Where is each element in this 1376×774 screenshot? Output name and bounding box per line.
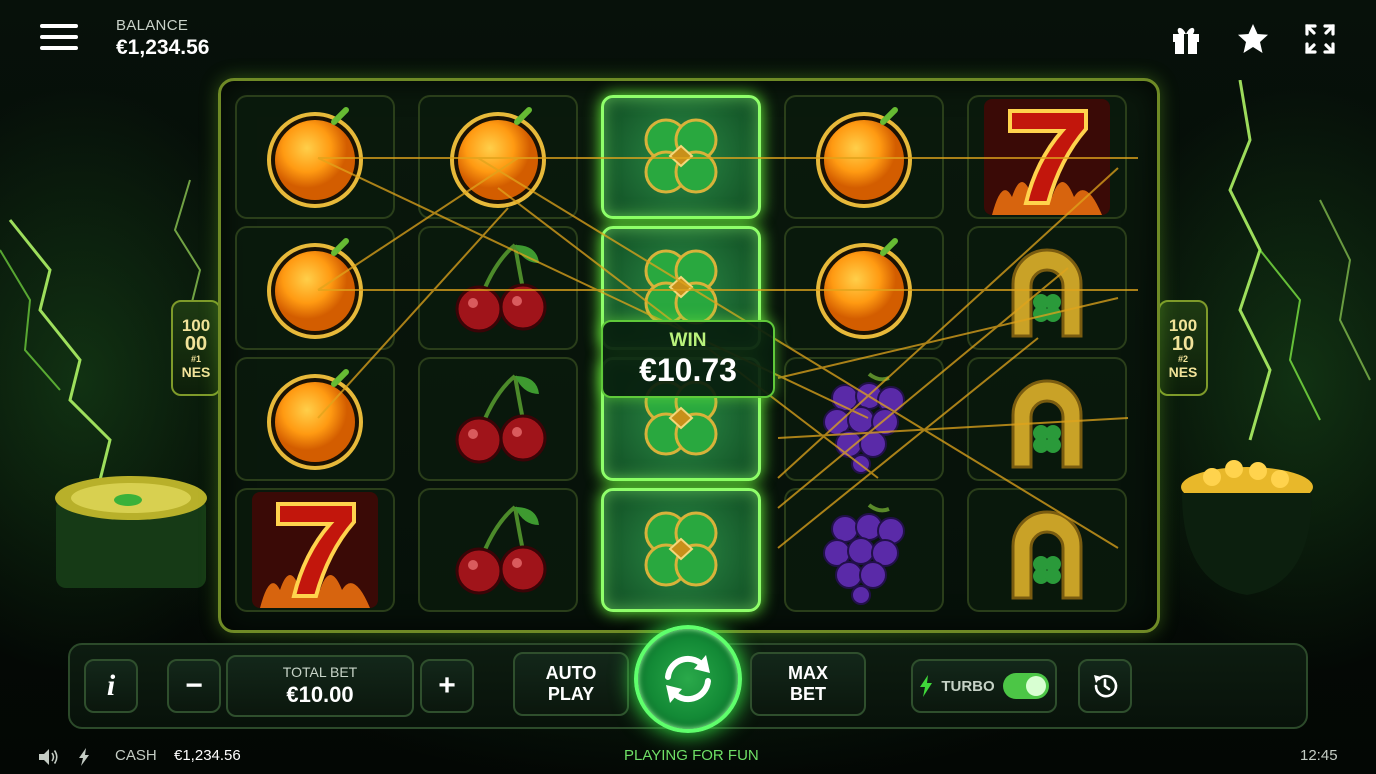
total-bet-display: TOTAL BET €10.00 bbox=[226, 655, 414, 717]
symbol-horseshoe bbox=[967, 357, 1127, 481]
symbol-grapes bbox=[784, 357, 944, 481]
payline-badge-right: 100 10 #2 NES bbox=[1158, 300, 1208, 396]
turbo-control: TURBO bbox=[911, 659, 1057, 713]
spin-icon bbox=[665, 655, 711, 703]
symbol-orange bbox=[418, 95, 578, 219]
cash-label: CASH bbox=[115, 747, 157, 764]
turbo-toggle[interactable] bbox=[1002, 673, 1049, 699]
symbol-orange bbox=[235, 95, 395, 219]
auto-play-label: PLAY bbox=[547, 684, 595, 704]
drum-decoration bbox=[55, 476, 207, 588]
total-bet-value: €10.00 bbox=[286, 682, 354, 707]
info-button[interactable]: i bbox=[84, 659, 138, 713]
balance-label: BALANCE bbox=[116, 17, 189, 34]
auto-play-label: AUTO bbox=[545, 663, 597, 684]
star-icon[interactable] bbox=[1236, 22, 1270, 56]
reel-5 bbox=[963, 95, 1131, 619]
symbol-cherry bbox=[418, 488, 578, 612]
payline-badge-left: 100 00 #1 NES bbox=[171, 300, 221, 396]
badge-text: 00 bbox=[184, 333, 208, 356]
sound-icon[interactable] bbox=[38, 748, 60, 766]
balance-value: €1,234.56 bbox=[116, 36, 210, 59]
reel-4 bbox=[780, 95, 948, 619]
symbol-grapes bbox=[784, 488, 944, 612]
info-icon: i bbox=[106, 669, 116, 702]
symbol-cherry bbox=[418, 226, 578, 350]
symbol-horseshoe bbox=[967, 226, 1127, 350]
clock: 12:45 bbox=[1300, 747, 1338, 764]
lightning-right bbox=[1228, 80, 1371, 441]
symbol-orange bbox=[235, 357, 395, 481]
symbol-orange bbox=[784, 95, 944, 219]
symbol-orange bbox=[784, 226, 944, 350]
decrease-bet-button[interactable]: − bbox=[167, 659, 221, 713]
symbol-clover bbox=[601, 95, 761, 219]
menu-icon[interactable] bbox=[40, 24, 78, 54]
reel-2 bbox=[414, 95, 582, 619]
spin-button[interactable] bbox=[634, 625, 742, 733]
history-icon bbox=[1094, 674, 1118, 698]
symbol-cherry bbox=[418, 357, 578, 481]
toggle-knob bbox=[1025, 676, 1046, 696]
symbol-seven bbox=[235, 488, 395, 612]
badge-text: 100 bbox=[1168, 315, 1198, 335]
win-amount: €10.73 bbox=[639, 352, 737, 388]
auto-play-button[interactable]: AUTO PLAY bbox=[513, 652, 629, 716]
badge-text: NES bbox=[1168, 363, 1198, 380]
balance-display: BALANCE €1,234.56 bbox=[116, 17, 209, 60]
win-display: WIN €10.73 bbox=[601, 320, 775, 398]
gift-icon[interactable] bbox=[1169, 22, 1203, 56]
play-mode-label: PLAYING FOR FUN bbox=[624, 747, 759, 764]
turbo-label: TURBO bbox=[941, 677, 995, 695]
turbo-status-icon bbox=[79, 748, 89, 766]
reel-1 bbox=[231, 95, 399, 619]
lightning-icon bbox=[920, 675, 933, 697]
plus-icon: + bbox=[438, 669, 456, 702]
win-label: WIN bbox=[669, 330, 707, 351]
symbol-clover bbox=[601, 488, 761, 612]
badge-text: 100 bbox=[181, 315, 211, 335]
cash-value: €1,234.56 bbox=[174, 747, 241, 764]
total-bet-label: TOTAL BET bbox=[282, 664, 358, 680]
badge-text: 10 bbox=[1171, 333, 1195, 356]
symbol-horseshoe bbox=[967, 488, 1127, 612]
fullscreen-icon[interactable] bbox=[1303, 22, 1337, 56]
increase-bet-button[interactable]: + bbox=[420, 659, 474, 713]
max-bet-label: BET bbox=[790, 684, 826, 704]
minus-icon: − bbox=[185, 669, 203, 702]
pot-of-gold bbox=[1181, 460, 1313, 595]
symbol-orange bbox=[235, 226, 395, 350]
history-button[interactable] bbox=[1078, 659, 1132, 713]
symbol-seven bbox=[967, 95, 1127, 219]
badge-text: NES bbox=[181, 363, 211, 380]
max-bet-button[interactable]: MAX BET bbox=[750, 652, 866, 716]
max-bet-label: MAX bbox=[788, 663, 828, 684]
